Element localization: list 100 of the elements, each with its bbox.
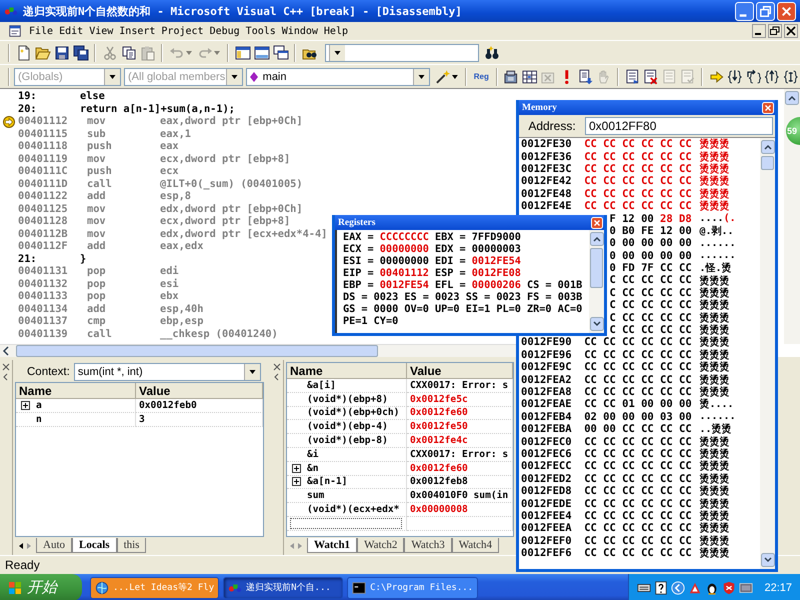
expand-icon[interactable]	[292, 464, 301, 473]
new-watch-field[interactable]	[290, 518, 402, 529]
scroll-thumb[interactable]	[590, 248, 603, 288]
step-out-icon[interactable]	[764, 68, 780, 84]
menu-item[interactable]: Insert	[116, 26, 158, 36]
scrollbar[interactable]	[589, 230, 604, 333]
run-to-cursor-icon[interactable]	[783, 68, 799, 84]
expand-icon[interactable]	[21, 400, 30, 410]
tab[interactable]: Watch1	[307, 538, 358, 553]
open-folder-icon[interactable]	[34, 44, 50, 60]
function-dropdown[interactable]: main	[246, 68, 430, 86]
scroll-up-icon[interactable]	[590, 232, 604, 246]
restore-icon[interactable]	[768, 24, 782, 38]
find-field[interactable]	[325, 44, 479, 62]
memory-text: ......	[699, 411, 736, 422]
menu-item[interactable]: Debug	[206, 26, 243, 36]
triangle-icon[interactable]	[688, 580, 702, 594]
column-header[interactable]: Name	[287, 363, 407, 379]
menu-item[interactable]: Project	[158, 26, 207, 36]
operands: ecx,dword ptr [ebp+8]	[160, 152, 290, 165]
flag-value: EI=1	[466, 304, 490, 316]
close-button[interactable]	[591, 216, 603, 228]
column-header[interactable]: Name	[16, 383, 136, 399]
close-icon[interactable]	[273, 363, 281, 371]
help-icon[interactable]	[654, 580, 668, 594]
taskbar-button[interactable]: 递归实现前N个自...	[223, 576, 344, 598]
tab[interactable]: Auto	[36, 538, 72, 553]
dropdown-arrow-icon[interactable]	[418, 74, 426, 78]
arrow-icon[interactable]	[708, 68, 724, 84]
operands: esp,40h	[160, 302, 204, 315]
wand-icon[interactable]	[434, 68, 450, 84]
context-dropdown[interactable]: sum(int *, int)	[74, 363, 261, 381]
memory-text: 烫烫烫	[699, 298, 730, 312]
menu-item[interactable]: File	[26, 26, 56, 36]
pin-icon[interactable]	[2, 373, 10, 381]
tab-scroll-icon[interactable]	[17, 542, 33, 550]
window-panes-icon[interactable]	[234, 44, 250, 60]
taskbar-button[interactable]: C:\Program Files...	[347, 576, 478, 598]
register-value: 0023	[435, 292, 460, 304]
expand-icon[interactable]	[292, 477, 301, 486]
column-header[interactable]: Value	[407, 363, 513, 379]
step-into-icon[interactable]	[727, 68, 743, 84]
memory-text: 烫烫烫	[699, 286, 730, 299]
dropdown-arrow-icon[interactable]	[249, 370, 256, 374]
penguin-icon[interactable]	[705, 580, 720, 594]
scroll-down-icon[interactable]	[760, 553, 774, 567]
list-cross-icon[interactable]	[643, 68, 659, 84]
output-window-icon[interactable]	[254, 44, 270, 60]
scroll-thumb[interactable]	[761, 156, 774, 170]
start-button[interactable]: 开始	[0, 574, 82, 600]
address-field[interactable]: 0x0012FF80	[585, 117, 773, 135]
monitor-icon[interactable]	[739, 580, 754, 594]
scroll-up-icon[interactable]	[760, 140, 774, 154]
menu-item[interactable]: Edit	[56, 26, 86, 36]
new-file-icon[interactable]	[16, 44, 32, 60]
column-header[interactable]: Value	[136, 383, 263, 399]
step-over-icon[interactable]	[746, 68, 762, 84]
close-button[interactable]	[762, 102, 774, 114]
build-icon[interactable]	[522, 68, 538, 84]
flag-value: PE=1	[343, 316, 368, 328]
copy-icon[interactable]	[120, 44, 136, 60]
scroll-down-icon[interactable]	[590, 317, 604, 331]
floppy-icon[interactable]	[54, 44, 70, 60]
register-value: 00401112	[380, 268, 429, 280]
memory-text: 烫烫烫	[699, 385, 730, 398]
compile-icon[interactable]	[503, 68, 519, 84]
menu-item[interactable]: Window	[278, 26, 321, 36]
menu-item[interactable]: Tools	[242, 26, 279, 36]
instruction-address: 0040111C	[18, 165, 68, 178]
scroll-thumb[interactable]	[16, 345, 378, 357]
dropdown-arrow-icon[interactable]	[334, 50, 341, 54]
tab[interactable]: Watch4	[452, 538, 500, 553]
menu-item[interactable]: Help	[320, 26, 351, 36]
scrollbar[interactable]	[760, 138, 775, 569]
scroll-up-icon[interactable]	[785, 91, 799, 105]
instruction-address: 00401133	[18, 290, 68, 302]
tab[interactable]: Watch3	[404, 538, 452, 553]
close-icon[interactable]	[784, 24, 798, 38]
binoculars-icon[interactable]	[484, 44, 500, 60]
caret-icon[interactable]	[452, 74, 458, 78]
horizontal-scrollbar[interactable]	[0, 344, 516, 357]
pin-icon[interactable]	[273, 373, 281, 381]
restore-button[interactable]	[756, 2, 775, 20]
go-icon[interactable]	[578, 68, 594, 84]
floppies-icon[interactable]	[72, 44, 88, 60]
tab[interactable]: Watch2	[357, 538, 404, 553]
tab[interactable]: this	[116, 538, 146, 553]
close-button[interactable]	[777, 2, 796, 20]
mnemonic: pop	[87, 278, 106, 290]
memory-address: 0012FEEA	[521, 522, 572, 534]
shield-icon[interactable]	[722, 580, 736, 594]
close-icon[interactable]	[2, 363, 10, 371]
reg-button[interactable]: Reg	[470, 72, 492, 81]
minimize-icon[interactable]	[752, 24, 766, 38]
register-value: 0023	[496, 292, 521, 304]
minimize-button[interactable]	[735, 2, 754, 20]
windows-icon[interactable]	[272, 44, 288, 60]
watch-expression: (void*)(ebp+0ch)	[307, 407, 400, 418]
menu-item[interactable]: View	[86, 26, 116, 36]
tab[interactable]: Locals	[72, 538, 117, 553]
